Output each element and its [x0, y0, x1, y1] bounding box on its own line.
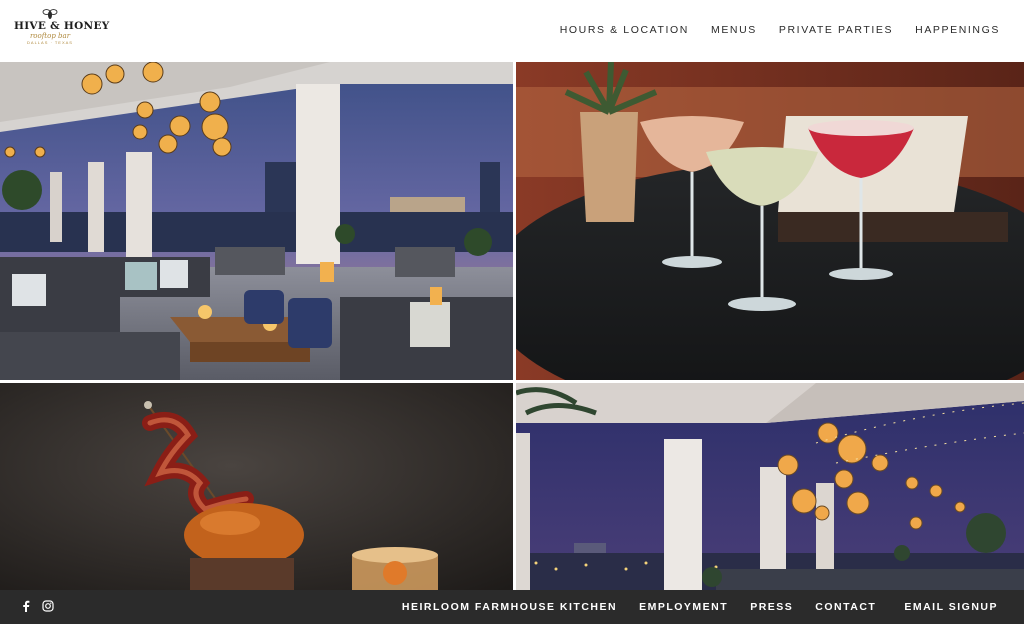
nav-private-parties[interactable]: PRIVATE PARTIES	[779, 24, 893, 36]
logo-wordmark: HIVE & HONEY	[14, 20, 110, 32]
social-links	[22, 599, 54, 617]
rooftop-lounge-image	[0, 62, 513, 380]
cocktails-image	[516, 62, 1024, 380]
footer-link-employment[interactable]: EMPLOYMENT	[639, 601, 728, 613]
site-header: HIVE & HONEY rooftop bar DALLAS · TEXAS …	[0, 0, 1024, 62]
photo-bacon-burger[interactable]	[0, 383, 513, 590]
footer-link-heirloom-farmhouse-kitchen[interactable]: HEIRLOOM FARMHOUSE KITCHEN	[402, 601, 617, 613]
site-logo[interactable]: HIVE & HONEY rooftop bar DALLAS · TEXAS	[14, 8, 110, 54]
facebook-icon[interactable]	[22, 599, 30, 617]
footer-link-contact[interactable]: CONTACT	[815, 601, 876, 613]
nav-happenings[interactable]: HAPPENINGS	[915, 24, 1000, 36]
bacon-burger-image	[0, 383, 513, 590]
bee-icon	[42, 9, 58, 19]
nav-hours-location[interactable]: HOURS & LOCATION	[560, 24, 689, 36]
main-nav: HOURS & LOCATION MENUS PRIVATE PARTIES H…	[560, 24, 1000, 36]
site-footer: HEIRLOOM FARMHOUSE KITCHEN EMPLOYMENT PR…	[0, 590, 1024, 624]
photo-cocktails[interactable]	[516, 62, 1024, 380]
logo-subtitle: rooftop bar	[29, 32, 71, 40]
rooftop-terrace-image	[516, 383, 1024, 590]
footer-link-press[interactable]: PRESS	[750, 601, 793, 613]
nav-menus[interactable]: MENUS	[711, 24, 757, 36]
instagram-icon[interactable]	[42, 599, 54, 617]
footer-nav: HEIRLOOM FARMHOUSE KITCHEN EMPLOYMENT PR…	[402, 601, 998, 613]
photo-rooftop-terrace-night[interactable]	[516, 383, 1024, 590]
photo-rooftop-lounge[interactable]	[0, 62, 513, 380]
logo-tagline: DALLAS · TEXAS	[27, 40, 73, 45]
email-signup-link[interactable]: EMAIL SIGNUP	[904, 601, 998, 613]
